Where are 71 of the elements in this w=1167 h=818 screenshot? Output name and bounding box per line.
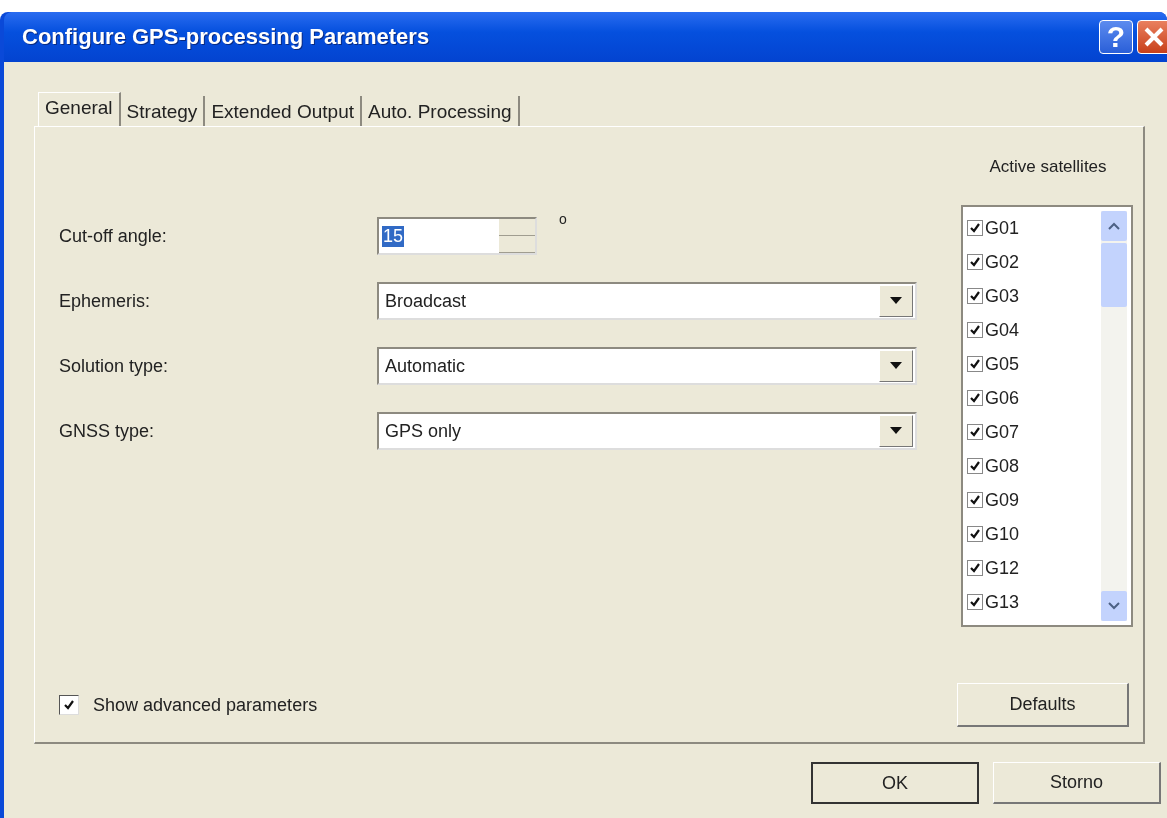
field-label: Cut-off angle:: [59, 225, 168, 247]
checkbox[interactable]: [967, 526, 983, 542]
satellite-item[interactable]: G01: [967, 211, 1101, 245]
window-title: Configure GPS-processing Parameters: [22, 24, 431, 50]
scrollbar[interactable]: [1101, 211, 1127, 621]
unit-label: o: [559, 211, 567, 227]
check-icon: [969, 256, 981, 268]
defaults-button[interactable]: Defaults: [957, 683, 1129, 727]
spin-field[interactable]: 15: [377, 217, 537, 255]
checkbox[interactable]: [59, 695, 79, 715]
checkbox[interactable]: [967, 390, 983, 406]
check-icon: [969, 222, 981, 234]
dropdown-arrow-button[interactable]: [879, 285, 913, 317]
checkbox[interactable]: [967, 356, 983, 372]
satellite-item[interactable]: G07: [967, 415, 1101, 449]
checkbox[interactable]: [967, 424, 983, 440]
tab[interactable]: General: [38, 92, 121, 126]
cancel-button[interactable]: Storno: [993, 762, 1161, 804]
dropdown-arrow-button[interactable]: [879, 415, 913, 447]
tab[interactable]: Auto. Processing: [362, 96, 520, 126]
dropdown[interactable]: GPS only: [377, 412, 917, 450]
satellite-item[interactable]: G04: [967, 313, 1101, 347]
scroll-down-button[interactable]: [1101, 591, 1127, 621]
help-button[interactable]: ?: [1099, 20, 1133, 54]
scroll-thumb[interactable]: [1101, 243, 1127, 307]
ok-button[interactable]: OK: [811, 762, 979, 804]
checkbox[interactable]: [967, 492, 983, 508]
scroll-up-button[interactable]: [1101, 211, 1127, 241]
satellite-item[interactable]: G08: [967, 449, 1101, 483]
satellite-item[interactable]: G09: [967, 483, 1101, 517]
check-icon: [969, 460, 981, 472]
check-icon: [969, 426, 981, 438]
dropdown-arrow-button[interactable]: [879, 350, 913, 382]
check-icon: [969, 290, 981, 302]
check-icon: [63, 699, 75, 711]
list-title: Active satellites: [989, 157, 1107, 177]
satellite-item[interactable]: G03: [967, 279, 1101, 313]
field-label: Solution type:: [59, 355, 170, 377]
check-icon: [969, 596, 981, 608]
satellite-item[interactable]: G06: [967, 381, 1101, 415]
check-icon: [969, 392, 981, 404]
satellite-item[interactable]: G02: [967, 245, 1101, 279]
check-icon: [969, 324, 981, 336]
checkbox[interactable]: [967, 560, 983, 576]
checkbox[interactable]: [967, 458, 983, 474]
caret-down-icon: [890, 362, 902, 370]
satellite-item[interactable]: G13: [967, 585, 1101, 619]
checkbox[interactable]: [967, 220, 983, 236]
dropdown[interactable]: Broadcast: [377, 282, 917, 320]
check-icon: [969, 494, 981, 506]
field-label: GNSS type:: [59, 420, 156, 442]
check-icon: [969, 358, 981, 370]
caret-down-icon: [1108, 602, 1120, 610]
field-label: Ephemeris:: [59, 290, 152, 312]
dropdown[interactable]: Automatic: [377, 347, 917, 385]
checkbox[interactable]: [967, 322, 983, 338]
checkbox[interactable]: [967, 288, 983, 304]
checkbox[interactable]: [967, 254, 983, 270]
satellite-item[interactable]: G05: [967, 347, 1101, 381]
caret-up-icon: [1108, 222, 1120, 230]
check-icon: [969, 562, 981, 574]
tab[interactable]: Extended Output: [205, 96, 362, 126]
close-button[interactable]: [1137, 20, 1167, 54]
caret-down-icon: [890, 297, 902, 305]
tab[interactable]: Strategy: [120, 96, 206, 126]
satellite-item[interactable]: G10: [967, 517, 1101, 551]
check-icon: [969, 528, 981, 540]
advanced-checkbox-row[interactable]: Show advanced parameters: [59, 694, 957, 716]
checkbox[interactable]: [967, 594, 983, 610]
caret-down-icon: [890, 427, 902, 435]
satellite-item[interactable]: G12: [967, 551, 1101, 585]
